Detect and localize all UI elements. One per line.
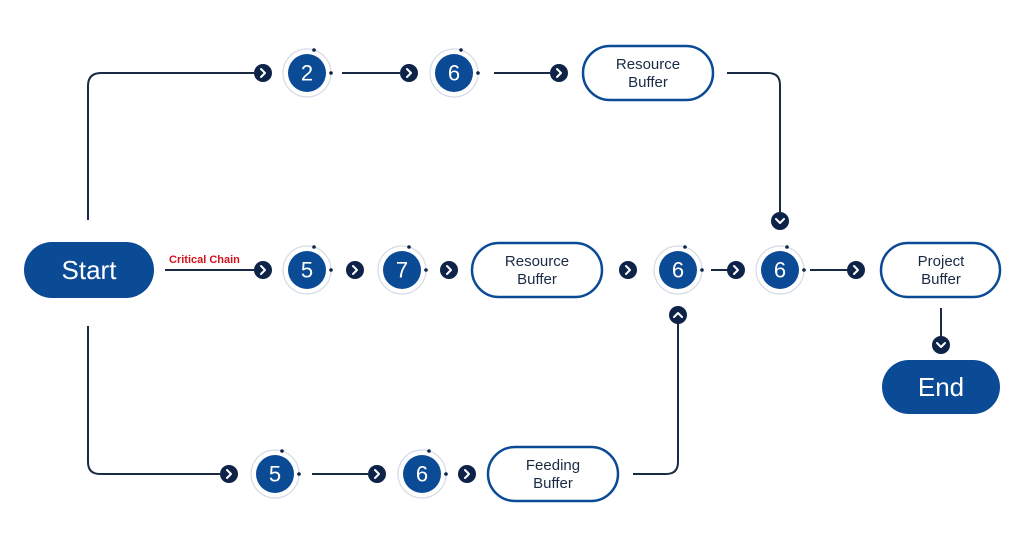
arrow-right-icon xyxy=(727,261,745,279)
task-node-top-2: 6 xyxy=(429,48,480,98)
task-node-bottom-1: 5 xyxy=(250,449,301,499)
task-duration: 7 xyxy=(396,258,408,283)
start-terminal: Start xyxy=(24,242,154,298)
arrow-right-icon xyxy=(440,261,458,279)
task-node-top-1: 2 xyxy=(282,48,333,98)
task-duration: 5 xyxy=(301,258,313,283)
buffer-label-line2: Buffer xyxy=(517,271,557,288)
arrow-right-icon xyxy=(550,64,568,82)
feeding-buffer: Feeding Buffer xyxy=(486,445,620,503)
task-duration: 5 xyxy=(269,462,281,487)
resource-buffer-middle: Resource Buffer xyxy=(470,241,604,299)
critical-chain-label: Critical Chain xyxy=(169,254,240,266)
buffer-label-line1: Project xyxy=(918,253,966,270)
connector-start-to-top xyxy=(87,72,254,220)
arrow-up-icon xyxy=(669,306,687,324)
buffer-label-line2: Buffer xyxy=(533,475,573,492)
task-duration: 6 xyxy=(774,258,786,283)
task-node-bottom-2: 6 xyxy=(397,449,448,499)
task-duration: 2 xyxy=(301,61,313,86)
task-node-mid-1: 5 xyxy=(282,245,333,295)
arrow-right-icon xyxy=(346,261,364,279)
buffer-label-line2: Buffer xyxy=(628,74,668,91)
arrow-down-icon xyxy=(932,336,950,354)
arrow-right-icon xyxy=(400,64,418,82)
connector-start-to-bottom xyxy=(87,326,220,475)
arrow-right-icon xyxy=(254,261,272,279)
end-terminal: End xyxy=(882,360,1000,414)
task-duration: 6 xyxy=(448,61,460,86)
buffer-label-line1: Resource xyxy=(616,56,680,73)
buffer-label-line1: Resource xyxy=(505,253,569,270)
arrow-right-icon xyxy=(368,465,386,483)
task-node-mid-3: 6 xyxy=(653,245,704,295)
ccpm-diagram: Start Critical Chain 2 6 5 7 6 6 5 6 Res… xyxy=(24,44,1002,503)
arrow-right-icon xyxy=(619,261,637,279)
buffer-label-line2: Buffer xyxy=(921,271,961,288)
buffer-label-line1: Feeding xyxy=(526,457,580,474)
arrow-right-icon xyxy=(847,261,865,279)
project-buffer: Project Buffer xyxy=(879,241,1002,299)
arrow-right-icon xyxy=(254,64,272,82)
arrow-right-icon xyxy=(220,465,238,483)
start-label: Start xyxy=(62,255,118,285)
arrow-right-icon xyxy=(458,465,476,483)
arrow-down-icon xyxy=(771,212,789,230)
resource-buffer-top: Resource Buffer xyxy=(581,44,715,102)
task-duration: 6 xyxy=(672,258,684,283)
task-node-mid-2: 7 xyxy=(377,245,428,295)
task-node-mid-4: 6 xyxy=(755,245,806,295)
end-label: End xyxy=(918,372,964,402)
task-duration: 6 xyxy=(416,462,428,487)
connector-bottom-buffer-to-merge xyxy=(633,323,679,475)
connector-top-buffer-to-merge xyxy=(727,72,781,212)
